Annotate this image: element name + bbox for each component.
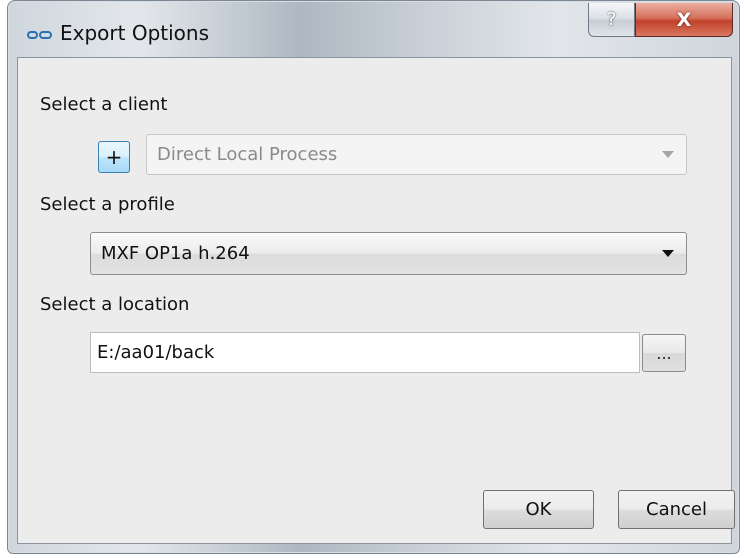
app-icon [27,27,53,41]
ok-button[interactable]: OK [483,490,594,529]
plus-icon: + [105,145,123,169]
client-select-value: Direct Local Process [157,144,338,165]
export-options-dialog: Export Options ? X Select a client + Dir… [7,0,740,554]
close-button[interactable]: X [635,3,733,37]
cancel-button-label: Cancel [646,499,707,520]
profile-label: Select a profile [40,194,175,215]
dialog-body: Select a client + Direct Local Process S… [17,57,735,544]
add-client-button[interactable]: + [98,141,130,173]
help-icon: ? [606,9,617,30]
location-input-value: E:/aa01/back [97,342,215,363]
chevron-down-icon[interactable] [662,249,674,257]
chevron-down-icon [662,150,674,158]
cancel-button[interactable]: Cancel [618,490,735,529]
window-title: Export Options [60,21,209,45]
browse-button[interactable]: ... [642,334,686,372]
help-button[interactable]: ? [588,3,635,37]
browse-button-label: ... [656,343,672,363]
profile-select[interactable]: MXF OP1a h.264 [90,232,687,275]
close-icon: X [676,8,692,31]
client-label: Select a client [40,94,168,115]
ok-button-label: OK [525,499,552,520]
client-select: Direct Local Process [146,134,687,175]
profile-select-value: MXF OP1a h.264 [101,243,250,264]
location-input[interactable]: E:/aa01/back [90,332,640,373]
location-label: Select a location [40,294,190,315]
